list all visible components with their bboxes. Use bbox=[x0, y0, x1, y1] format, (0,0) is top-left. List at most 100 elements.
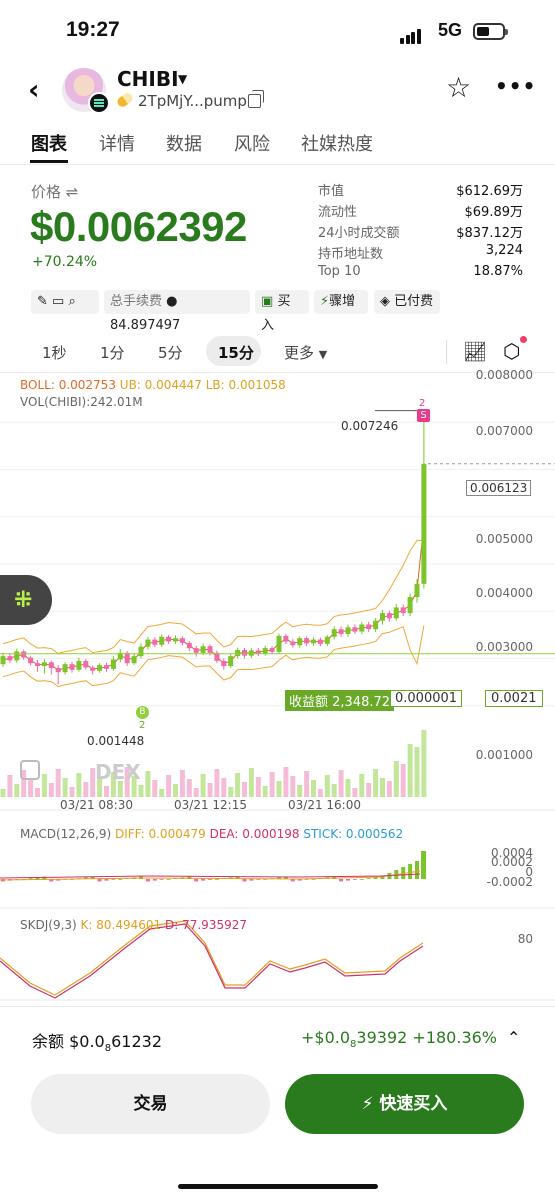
volume-bar bbox=[255, 777, 261, 797]
tools-chip[interactable]: ✎ ▭ ⌕ bbox=[31, 290, 99, 314]
y-tick: 0.008000 bbox=[475, 368, 533, 382]
x-tick: 03/21 08:30 bbox=[60, 798, 133, 812]
volume-bar bbox=[0, 789, 6, 797]
interval-5m[interactable]: 5分 bbox=[158, 342, 183, 363]
back-icon[interactable]: ‹ bbox=[28, 76, 40, 104]
sell-marker[interactable]: S bbox=[417, 409, 430, 422]
surge-label: 骤增 bbox=[329, 294, 356, 309]
candle-body bbox=[28, 657, 34, 664]
volume-bars bbox=[0, 730, 427, 797]
volume-bar bbox=[304, 771, 310, 797]
caret-down-icon[interactable]: ▼ bbox=[178, 72, 187, 86]
macd-bar bbox=[118, 879, 123, 880]
macd-bar bbox=[194, 879, 199, 882]
volume-bar bbox=[311, 780, 316, 797]
interval-1m[interactable]: 1分 bbox=[100, 342, 125, 363]
quick-buy-button[interactable]: ⚡ 快速买入 bbox=[285, 1074, 524, 1134]
star-icon[interactable]: ☆ bbox=[446, 74, 471, 102]
buy-chip[interactable]: ▣ 买入 bbox=[255, 290, 309, 333]
interval-1s[interactable]: 1秒 bbox=[42, 342, 67, 363]
window-icon[interactable]: ▭ bbox=[52, 294, 64, 309]
volume-bar bbox=[186, 779, 192, 797]
solana-icon bbox=[88, 92, 110, 114]
candle-body bbox=[179, 638, 185, 643]
volume-bar bbox=[138, 785, 144, 797]
indicator-icon[interactable]: 📈︎ bbox=[463, 340, 487, 363]
macd-legend: MACD(12,26,9) DIFF: 0.000479 DEA: 0.0001… bbox=[20, 827, 404, 841]
volume-bar bbox=[48, 783, 54, 797]
candle-body bbox=[262, 648, 268, 654]
candle-body bbox=[69, 664, 75, 670]
volume-bar bbox=[35, 788, 40, 797]
paid-chip[interactable]: ◈ 已付费 bbox=[374, 290, 440, 314]
volume-bar bbox=[173, 784, 178, 797]
y-tick: 0.003000 bbox=[475, 640, 533, 654]
chart-svg[interactable] bbox=[0, 373, 555, 1003]
stat-value: 3,224 bbox=[485, 243, 523, 258]
candle-body bbox=[104, 665, 109, 669]
volume-bar bbox=[352, 788, 358, 797]
macd-bar bbox=[359, 879, 364, 880]
status-time: 19:27 bbox=[66, 18, 120, 41]
okx-icon: ⁜ bbox=[14, 588, 33, 613]
tab-data[interactable]: 数据 bbox=[166, 130, 202, 156]
buy-marker[interactable]: B bbox=[136, 706, 149, 719]
candle-body bbox=[145, 639, 151, 647]
macd-bar bbox=[346, 879, 350, 881]
candle-body bbox=[7, 656, 13, 661]
candle-body bbox=[0, 656, 6, 665]
stat-label: 市值 bbox=[318, 184, 345, 199]
tab-details[interactable]: 详情 bbox=[99, 130, 135, 156]
trade-button[interactable]: 交易 bbox=[31, 1074, 270, 1134]
macd-bar bbox=[166, 879, 171, 880]
macd-bar bbox=[415, 861, 419, 879]
entry-tag: 0.0021 bbox=[485, 690, 543, 707]
volume-bar bbox=[393, 761, 399, 797]
chevron-up-icon[interactable]: ⌃ bbox=[507, 1028, 520, 1047]
settings-icon[interactable]: ⬡ bbox=[503, 339, 520, 363]
k-line bbox=[0, 920, 424, 996]
search-icon[interactable]: ⌕ bbox=[68, 294, 75, 309]
candle-body bbox=[21, 651, 27, 658]
tab-social[interactable]: 社媒热度 bbox=[301, 130, 373, 156]
volume-bar bbox=[193, 788, 199, 797]
candle-body bbox=[324, 636, 330, 644]
surge-chip[interactable]: ⚡骤增 bbox=[314, 290, 368, 314]
tab-risk[interactable]: 风险 bbox=[234, 130, 270, 156]
volume-bar bbox=[290, 776, 296, 797]
more-icon[interactable]: ••• bbox=[495, 74, 536, 98]
candle-body bbox=[276, 635, 282, 652]
volume-bar bbox=[166, 775, 172, 797]
volume-bar bbox=[283, 767, 289, 797]
network-label: 5G bbox=[438, 20, 463, 40]
tab-chart[interactable]: 图表 bbox=[31, 130, 67, 156]
interval-15m[interactable]: 15分 bbox=[218, 342, 254, 363]
macd-bar bbox=[339, 879, 344, 882]
volume-bar bbox=[366, 783, 372, 797]
divider bbox=[0, 1006, 555, 1007]
candle-body bbox=[352, 627, 358, 632]
badge-icon: ◈ bbox=[380, 294, 390, 309]
x-tick: 03/21 12:15 bbox=[174, 798, 247, 812]
x-tick: 03/21 16:00 bbox=[288, 798, 361, 812]
copy-icon[interactable] bbox=[248, 90, 264, 108]
floating-widget[interactable]: ⁜ bbox=[0, 575, 52, 625]
pen-icon[interactable]: ✎ bbox=[37, 294, 48, 309]
fee-chip[interactable]: 总手续费 ● 84.897497 bbox=[104, 290, 250, 333]
wallet-icon: ▣ bbox=[261, 294, 274, 309]
volume-bar bbox=[159, 789, 165, 797]
candle-body bbox=[297, 638, 303, 646]
candle-body bbox=[41, 662, 47, 667]
candle-body bbox=[228, 656, 234, 667]
boll-mid bbox=[2, 523, 425, 671]
candle-body bbox=[283, 635, 289, 642]
volume-bar bbox=[207, 783, 213, 797]
candle-body bbox=[248, 650, 254, 656]
volume-bar bbox=[380, 778, 385, 797]
coin-name[interactable]: CHIBI bbox=[117, 67, 179, 91]
candle-body bbox=[76, 660, 82, 670]
volume-bar bbox=[414, 747, 420, 797]
fullscreen-icon[interactable] bbox=[20, 760, 40, 780]
volume-bar bbox=[179, 770, 185, 797]
interval-more[interactable]: 更多 ▼ bbox=[284, 342, 327, 363]
